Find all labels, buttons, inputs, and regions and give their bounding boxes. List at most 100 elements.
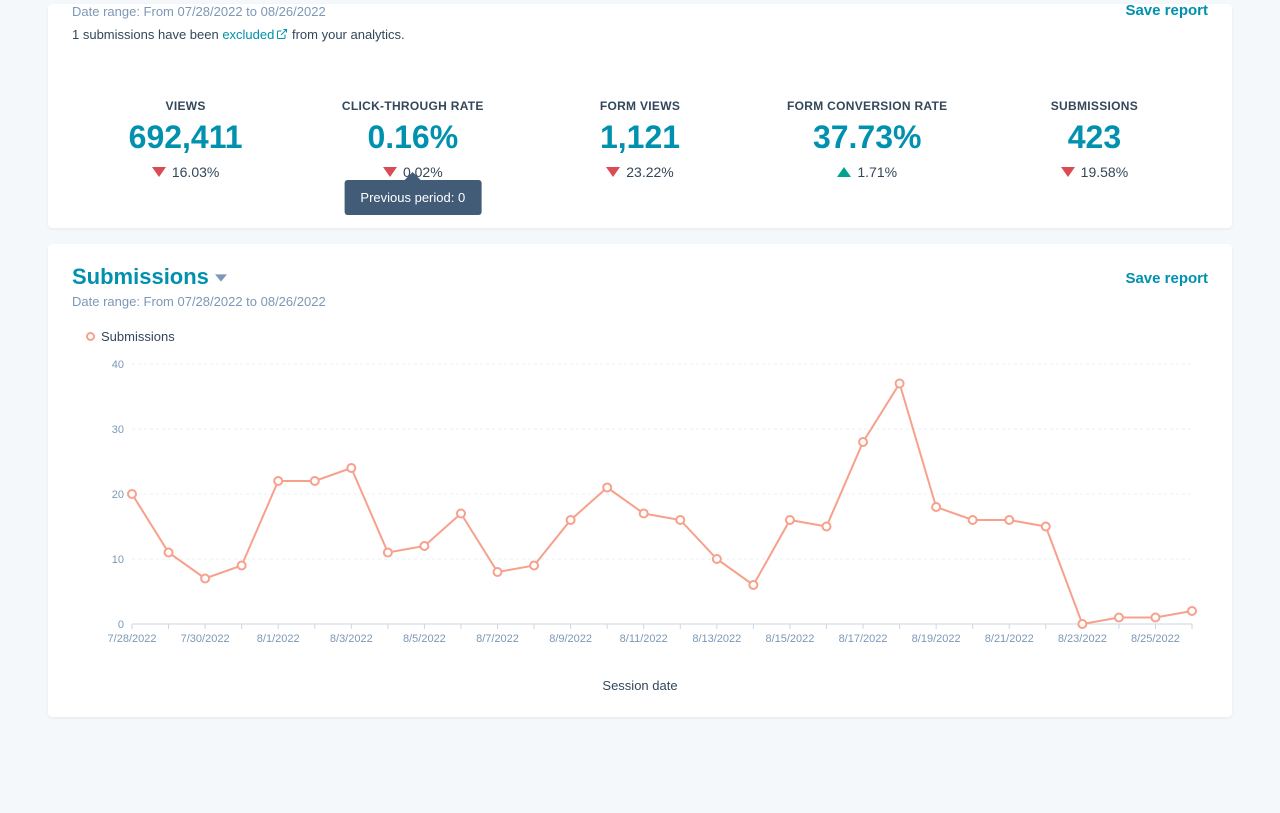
metric-label: FORM VIEWS [526,99,753,113]
data-point [420,542,428,550]
x-tick: 8/11/2022 [620,633,668,645]
save-report-link[interactable]: Save report [1125,270,1208,287]
metric-0: VIEWS 692,411 16.03% [72,99,299,180]
data-point [603,484,611,492]
metric-change: 1.71% [754,164,981,180]
metric-change-value: 23.22% [626,164,673,180]
metric-label: VIEWS [72,99,299,113]
y-tick: 20 [112,489,124,501]
triangle-down-icon [606,167,620,177]
data-point [567,516,575,524]
data-point [786,516,794,524]
external-link-icon [276,28,288,43]
excluded-prefix: 1 submissions have been [72,27,222,42]
series-line [132,384,1192,625]
data-point [530,562,538,570]
metric-3: FORM CONVERSION RATE 37.73% 1.71% [754,99,981,180]
metric-1: CLICK-THROUGH RATE0.16%0.02%Previous per… [299,99,526,180]
x-tick: 7/28/2022 [108,633,157,645]
triangle-up-icon [837,167,851,177]
y-tick: 10 [112,554,124,566]
data-point [713,555,721,563]
data-point [1078,620,1086,628]
y-tick: 30 [112,424,124,436]
data-point [311,477,319,485]
metric-value: 0.16% [299,119,526,156]
x-tick: 8/21/2022 [985,633,1034,645]
data-point [1188,607,1196,615]
x-tick: 8/25/2022 [1131,633,1180,645]
chart-title-label: Submissions [72,264,209,290]
data-point [165,549,173,557]
chart-legend: Submissions [86,329,1208,344]
metric-value: 1,121 [526,119,753,156]
y-tick: 0 [118,619,124,631]
metrics-row: VIEWS 692,411 16.03% CLICK-THROUGH RATE 0.16… [72,99,1208,204]
legend-marker-icon [86,332,95,341]
chart-title-dropdown[interactable]: Submissions [72,264,326,290]
excluded-line: 1 submissions have been excluded from yo… [72,27,1208,43]
metric-change-value: 1.71% [857,164,897,180]
data-point [347,464,355,472]
chart-area: 0 10 20 30 40 7/28/2022 7/30/2022 8/1/2022 8/3/2… [72,354,1208,674]
metric-change: 23.22% [526,164,753,180]
x-tick: 7/30/2022 [181,633,230,645]
date-range-text: Date range: From 07/28/2022 to 08/26/202… [72,4,1208,19]
data-point [384,549,392,557]
metric-change-value: 19.58% [1081,164,1128,180]
metrics-card: Save report Date range: From 07/28/2022 … [48,4,1232,228]
chart-date-range: Date range: From 07/28/2022 to 08/26/202… [72,294,326,309]
legend-label: Submissions [101,329,175,344]
x-tick: 8/13/2022 [692,633,741,645]
data-point [896,380,904,388]
data-point [749,581,757,589]
excluded-link[interactable]: excluded [222,27,274,42]
x-tick: 8/7/2022 [476,633,519,645]
x-tick: 8/9/2022 [549,633,592,645]
chart-card: Submissions Date range: From 07/28/2022 … [48,244,1232,717]
excluded-suffix: from your analytics. [288,27,404,42]
data-point [457,510,465,518]
data-point [932,503,940,511]
data-point [494,568,502,576]
tooltip: Previous period: 0 [344,180,481,215]
chart-xlabel: Session date [72,678,1208,693]
metric-2: FORM VIEWS 1,121 23.22% [526,99,753,180]
x-tick: 8/3/2022 [330,633,373,645]
metric-value: 692,411 [72,119,299,156]
metric-label: SUBMISSIONS [981,99,1208,113]
metric-label: FORM CONVERSION RATE [754,99,981,113]
metric-value: 423 [981,119,1208,156]
data-point [1115,614,1123,622]
save-report-link[interactable]: Save report [1125,2,1208,19]
triangle-down-icon [1061,167,1075,177]
x-tick: 8/1/2022 [257,633,300,645]
metric-change-value: 16.03% [172,164,219,180]
x-tick: 8/15/2022 [765,633,814,645]
data-point [201,575,209,583]
data-point [969,516,977,524]
x-tick: 8/19/2022 [912,633,961,645]
x-tick: 8/23/2022 [1058,633,1107,645]
metric-change: 19.58% [981,164,1208,180]
line-chart: 0 10 20 30 40 7/28/2022 7/30/2022 8/1/2022 8/3/2… [102,354,1202,654]
metric-value: 37.73% [754,119,981,156]
metric-label: CLICK-THROUGH RATE [299,99,526,113]
data-point [640,510,648,518]
triangle-down-icon [383,167,397,177]
x-tick: 8/5/2022 [403,633,446,645]
data-point [274,477,282,485]
x-tick: 8/17/2022 [839,633,888,645]
data-point [859,438,867,446]
metric-4: SUBMISSIONS 423 19.58% [981,99,1208,180]
metric-change: 16.03% [72,164,299,180]
data-point [1151,614,1159,622]
data-point [676,516,684,524]
data-point [238,562,246,570]
data-point [1042,523,1050,531]
y-tick: 40 [112,359,124,371]
data-point [822,523,830,531]
data-point [128,490,136,498]
triangle-down-icon [152,167,166,177]
caret-down-icon [215,264,227,290]
